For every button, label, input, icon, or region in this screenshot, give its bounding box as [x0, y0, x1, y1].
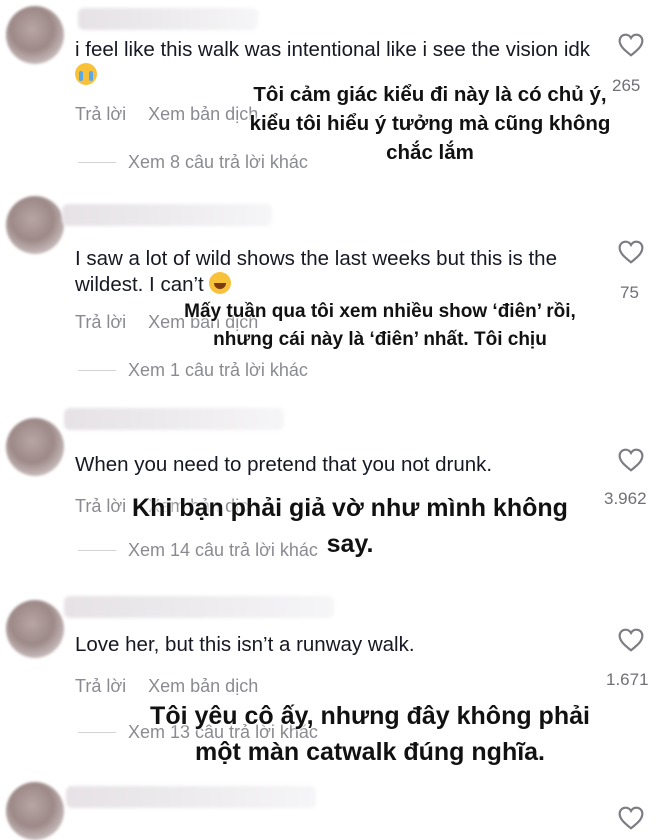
- translation-caption: Tôi yêu cô ấy, nhưng đây không phải một …: [110, 698, 630, 770]
- comment-text: Love her, but this isn’t a runway walk.: [75, 633, 415, 656]
- blurred-username: [62, 204, 272, 226]
- like-count: 3.962: [604, 489, 647, 508]
- translation-caption: Khi bạn phải giả vờ như mình không say.: [90, 490, 610, 562]
- blurred-username: [64, 596, 334, 618]
- translation-line: một màn catwalk đúng nghĩa.: [194, 738, 546, 766]
- translation-line: Mấy tuần qua tôi xem nhiều show ‘điên’ r…: [184, 301, 576, 322]
- translation-line: nhưng cái này là ‘điên’ nhất. Tôi chịu: [213, 329, 547, 350]
- heart-outline-icon[interactable]: [618, 33, 644, 57]
- blurred-username: [78, 8, 258, 30]
- translation-caption: Mấy tuần qua tôi xem nhiều show ‘điên’ r…: [140, 298, 620, 354]
- comment-text: When you need to pretend that you not dr…: [75, 453, 493, 476]
- translation-line: say.: [326, 530, 374, 558]
- avatar[interactable]: [6, 600, 64, 658]
- translation-line: kiểu tôi hiểu ý tưởng mà cũng không: [249, 112, 611, 135]
- avatar[interactable]: [6, 782, 64, 840]
- reply-button[interactable]: Trả lời: [75, 104, 126, 124]
- like-count: 1.671: [606, 670, 649, 689]
- heart-outline-icon[interactable]: [618, 628, 644, 652]
- heart-outline-icon[interactable]: [618, 240, 644, 264]
- heart-outline-icon[interactable]: [618, 448, 644, 472]
- reply-button[interactable]: Trả lời: [75, 312, 126, 332]
- reply-button[interactable]: Trả lời: [75, 676, 126, 696]
- avatar[interactable]: [6, 196, 64, 254]
- translation-line: chắc lắm: [386, 141, 474, 164]
- divider-line: [78, 370, 116, 371]
- view-more-replies[interactable]: Xem 1 câu trả lời khác: [78, 360, 308, 381]
- view-replies-label: Xem 1 câu trả lời khác: [128, 360, 308, 380]
- like-count: 75: [620, 283, 639, 302]
- comment-text: I saw a lot of wild shows the last weeks…: [75, 247, 557, 296]
- divider-line: [78, 162, 116, 163]
- blurred-username: [64, 408, 284, 430]
- translate-button[interactable]: Xem bản dịch: [148, 676, 258, 696]
- comment-actions: Trả lời Xem bản dịch: [75, 676, 280, 697]
- loudly-crying-face-emoji-icon: [75, 63, 97, 85]
- face-with-tears-of-joy-emoji-icon: [209, 272, 232, 294]
- blurred-username: [66, 786, 316, 808]
- heart-outline-icon[interactable]: [618, 806, 644, 830]
- translation-caption: Tôi cảm giác kiểu đi này là có chủ ý, ki…: [210, 80, 650, 167]
- avatar[interactable]: [6, 6, 64, 64]
- avatar[interactable]: [6, 418, 64, 476]
- translation-line: Khi bạn phải giả vờ như mình không: [132, 494, 568, 522]
- translation-line: Tôi yêu cô ấy, nhưng đây không phải: [150, 702, 590, 730]
- translation-line: Tôi cảm giác kiểu đi này là có chủ ý,: [253, 83, 607, 106]
